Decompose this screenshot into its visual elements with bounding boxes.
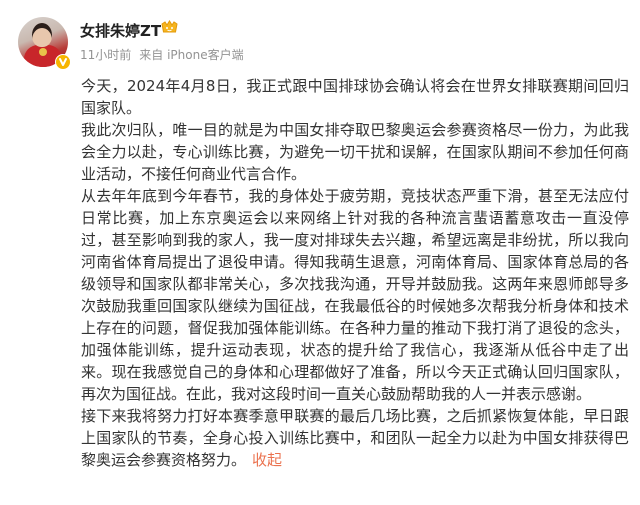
- post-content: 今天，2024年4月8日，我正式跟中国排球协会确认将会在世界女排联赛期间回归国家…: [81, 75, 629, 471]
- collapse-link[interactable]: 收起: [252, 451, 282, 469]
- verified-v-icon: [55, 54, 71, 70]
- avatar-medal: [39, 48, 47, 56]
- post-paragraph: 从去年年底到今年春节，我的身体处于疲劳期，竞技状态严重下滑，甚至无法应付日常比赛…: [81, 187, 629, 403]
- weibo-post: 女排朱婷ZT 11小时前 来自 iPhone客户端 今天，2024年4月8日，我正…: [0, 0, 640, 505]
- fans-badge-icon[interactable]: [160, 19, 179, 35]
- post-meta: 11小时前 来自 iPhone客户端: [80, 46, 244, 63]
- post-paragraph: 今天，2024年4月8日，我正式跟中国排球协会确认将会在世界女排联赛期间回归国家…: [81, 77, 629, 117]
- post-source: 来自 iPhone客户端: [139, 48, 244, 62]
- post-paragraph-text: 接下来我将努力打好本赛季意甲联赛的最后几场比赛，之后抓紧恢复体能，早日跟上国家队…: [81, 407, 629, 469]
- post-paragraph: 我此次归队，唯一目的就是为中国女排夺取巴黎奥运会参赛资格尽一份力，为此我会全力以…: [81, 121, 629, 183]
- post-time[interactable]: 11小时前: [80, 48, 131, 62]
- avatar-face: [32, 23, 52, 47]
- post-paragraph-last: 接下来我将努力打好本赛季意甲联赛的最后几场比赛，之后抓紧恢复体能，早日跟上国家队…: [81, 405, 629, 471]
- author-name[interactable]: 女排朱婷ZT: [80, 20, 161, 41]
